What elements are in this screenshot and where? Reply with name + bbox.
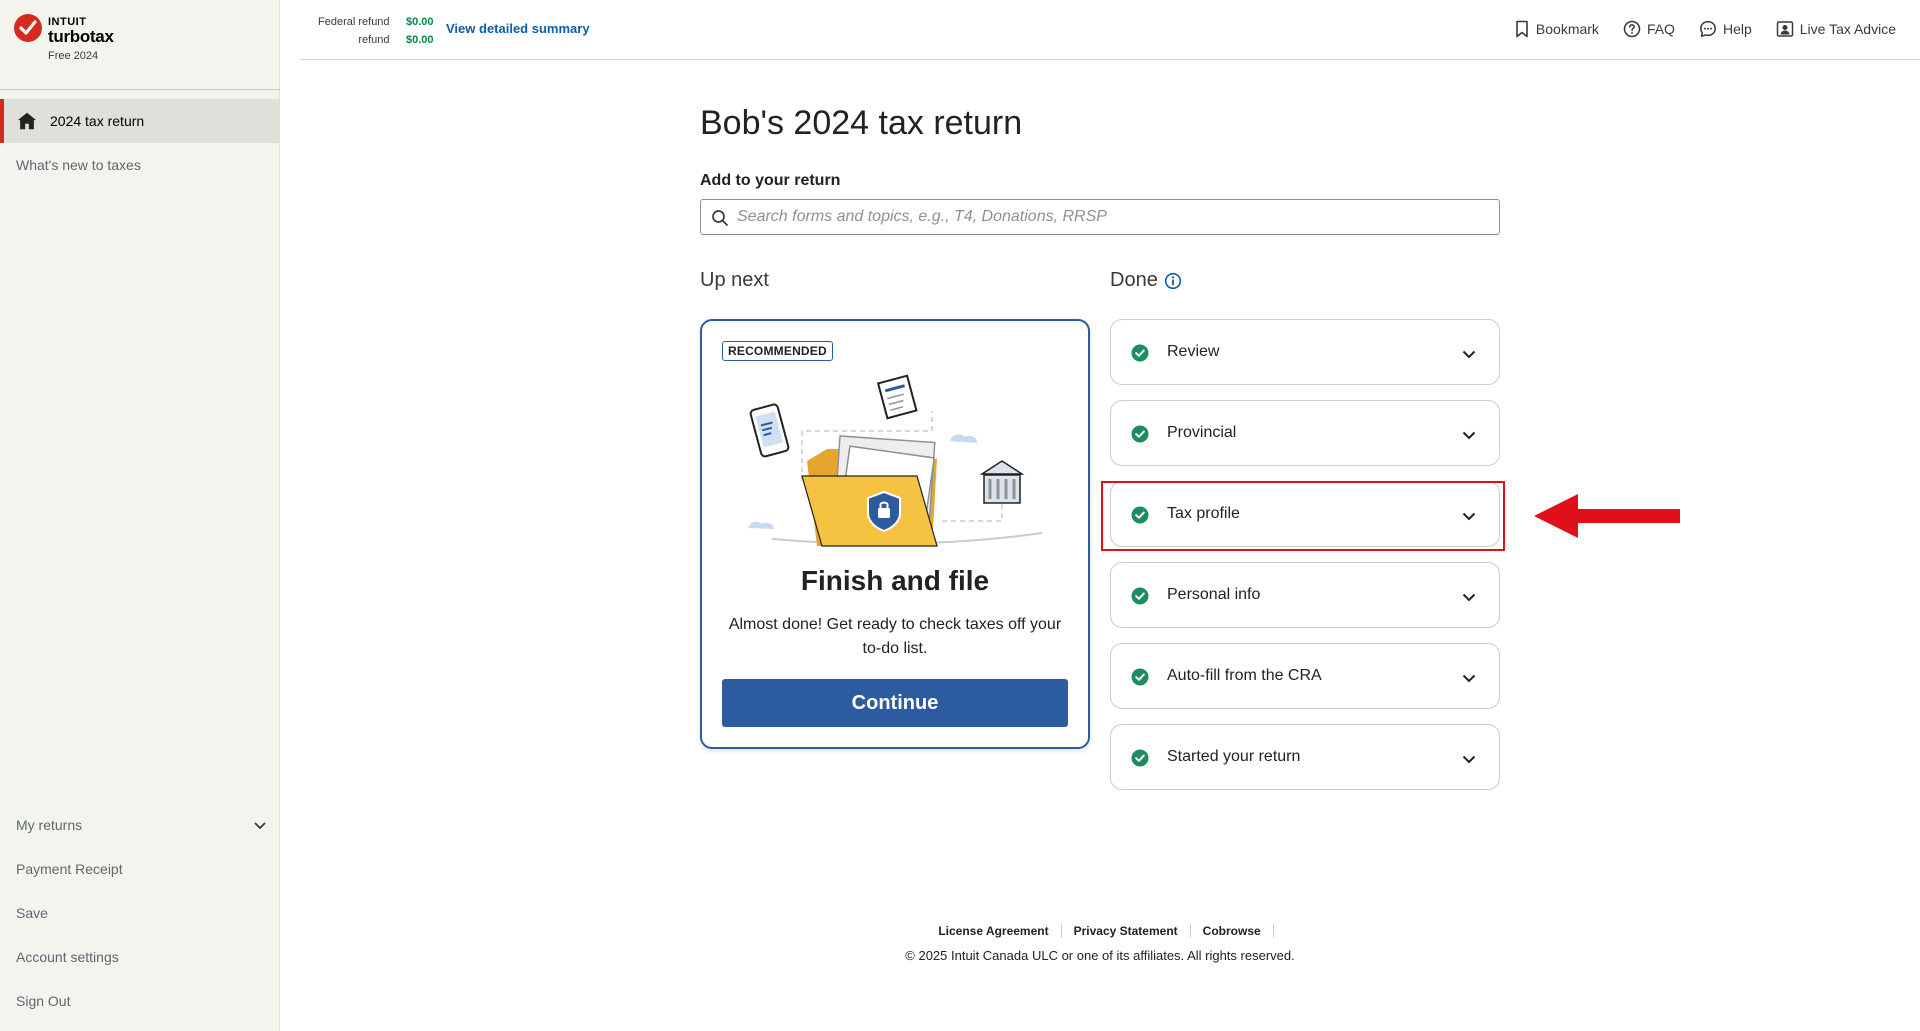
sidebar-item-account-settings[interactable]: Account settings: [0, 935, 280, 979]
done-item-personal-info[interactable]: Personal info: [1110, 562, 1500, 628]
done-item-review[interactable]: Review: [1110, 319, 1500, 385]
done-item-label: Review: [1167, 343, 1220, 360]
up-next-label: Up next: [700, 269, 769, 291]
sidebar-item-save[interactable]: Save: [0, 891, 280, 935]
done-label: Done: [1110, 269, 1158, 291]
chevron-down-icon: [254, 822, 266, 830]
refund-label: refund: [358, 34, 390, 46]
live-tax-advice-label: Live Tax Advice: [1799, 21, 1896, 37]
check-circle-icon: [1131, 668, 1149, 686]
privacy-statement-link[interactable]: Privacy Statement: [1062, 924, 1191, 938]
sidebar-item-label: My returns: [16, 817, 83, 833]
done-item-label: Auto-fill from the CRA: [1167, 667, 1322, 684]
turbotax-logo[interactable]: INTUIT turbotax Free 2024: [14, 14, 124, 74]
chat-icon: [1700, 21, 1716, 38]
done-item-label: Started your return: [1167, 748, 1301, 765]
chevron-down-icon: [1462, 674, 1476, 683]
search-box[interactable]: [700, 199, 1500, 235]
done-heading: Done: [1110, 269, 1182, 292]
folder-illustration-icon: [748, 374, 1043, 547]
bookmark-icon: [1516, 20, 1528, 38]
logo-check-icon: [14, 14, 42, 42]
faq-button[interactable]: FAQ: [1623, 20, 1675, 38]
refund-value: $0.00: [406, 34, 434, 46]
sidebar-item-whats-new[interactable]: What's new to taxes: [0, 143, 280, 187]
check-circle-icon: [1131, 587, 1149, 605]
chevron-down-icon: [1462, 593, 1476, 602]
sidebar-item-label: Account settings: [16, 949, 119, 965]
page-title: Bob's 2024 tax return: [700, 104, 1023, 142]
chevron-down-icon: [1462, 431, 1476, 440]
copyright-text: © 2025 Intuit Canada ULC or one of its a…: [905, 948, 1295, 963]
sidebar-item-label: What's new to taxes: [16, 157, 141, 173]
license-agreement-link[interactable]: License Agreement: [926, 924, 1062, 938]
cobrowse-link[interactable]: Cobrowse: [1191, 924, 1274, 938]
continue-button[interactable]: Continue: [722, 679, 1068, 727]
sidebar-item-payment-receipt[interactable]: Payment Receipt: [0, 847, 280, 891]
sidebar-item-label: Save: [16, 905, 48, 921]
done-item-label: Personal info: [1167, 586, 1261, 603]
logo-product: turbotax: [48, 27, 114, 46]
sidebar-item-tax-return[interactable]: 2024 tax return: [0, 99, 280, 143]
sidebar-item-label: 2024 tax return: [50, 113, 145, 129]
sidebar: INTUIT turbotax Free 2024 2024 tax retur…: [0, 0, 280, 1031]
help-label: Help: [1722, 21, 1752, 37]
bookmark-label: Bookmark: [1535, 21, 1599, 37]
sidebar-item-label: Sign Out: [16, 993, 71, 1009]
bookmark-button[interactable]: Bookmark: [1514, 20, 1599, 38]
refund-values: $0.00 $0.00: [406, 13, 434, 49]
faq-label: FAQ: [1646, 21, 1675, 37]
refund-labels: Federal refund refund: [318, 13, 390, 49]
annotation-arrow-icon: [1534, 494, 1680, 538]
done-item-label: Provincial: [1167, 424, 1237, 441]
home-icon: [17, 112, 37, 130]
expert-icon: [1776, 21, 1793, 37]
recommended-card: RECOMMENDED Finish and file Almost done!…: [700, 319, 1090, 749]
check-circle-icon: [1131, 425, 1149, 443]
footer: License Agreement Privacy Statement Cobr…: [700, 924, 1500, 963]
chevron-down-icon: [1462, 755, 1476, 764]
sidebar-divider: [0, 89, 280, 90]
annotation-highlight-box: [1101, 481, 1505, 551]
sidebar-item-label: Payment Receipt: [16, 861, 123, 877]
done-item-auto-fill-cra[interactable]: Auto-fill from the CRA: [1110, 643, 1500, 709]
search-icon: [712, 210, 728, 226]
card-description: Almost done! Get ready to check taxes of…: [728, 616, 1062, 657]
info-icon[interactable]: [1164, 272, 1182, 290]
done-item-provincial[interactable]: Provincial: [1110, 400, 1500, 466]
up-next-heading: Up next: [700, 269, 769, 292]
logo-edition: Free 2024: [48, 50, 99, 62]
federal-refund-label: Federal refund: [318, 16, 390, 28]
question-circle-icon: [1623, 20, 1641, 38]
chevron-down-icon: [1462, 350, 1476, 359]
federal-refund-value: $0.00: [406, 16, 434, 28]
live-tax-advice-button[interactable]: Live Tax Advice: [1776, 20, 1896, 38]
recommended-badge: RECOMMENDED: [722, 341, 833, 361]
search-input[interactable]: [737, 200, 1487, 234]
help-button[interactable]: Help: [1699, 20, 1752, 38]
view-detailed-summary-link[interactable]: View detailed summary: [446, 21, 590, 36]
check-circle-icon: [1131, 344, 1149, 362]
top-header: Federal refund refund $0.00 $0.00 View d…: [300, 0, 1920, 60]
card-title: Finish and file: [800, 565, 990, 596]
header-tools: Bookmark FAQ Help Live Tax Advice: [1514, 20, 1896, 38]
add-to-return-label: Add to your return: [700, 172, 841, 189]
done-item-started-return[interactable]: Started your return: [1110, 724, 1500, 790]
sidebar-item-my-returns[interactable]: My returns: [0, 803, 280, 847]
sidebar-item-sign-out[interactable]: Sign Out: [0, 979, 280, 1023]
check-circle-icon: [1131, 749, 1149, 767]
footer-links: License Agreement Privacy Statement Cobr…: [700, 924, 1500, 938]
